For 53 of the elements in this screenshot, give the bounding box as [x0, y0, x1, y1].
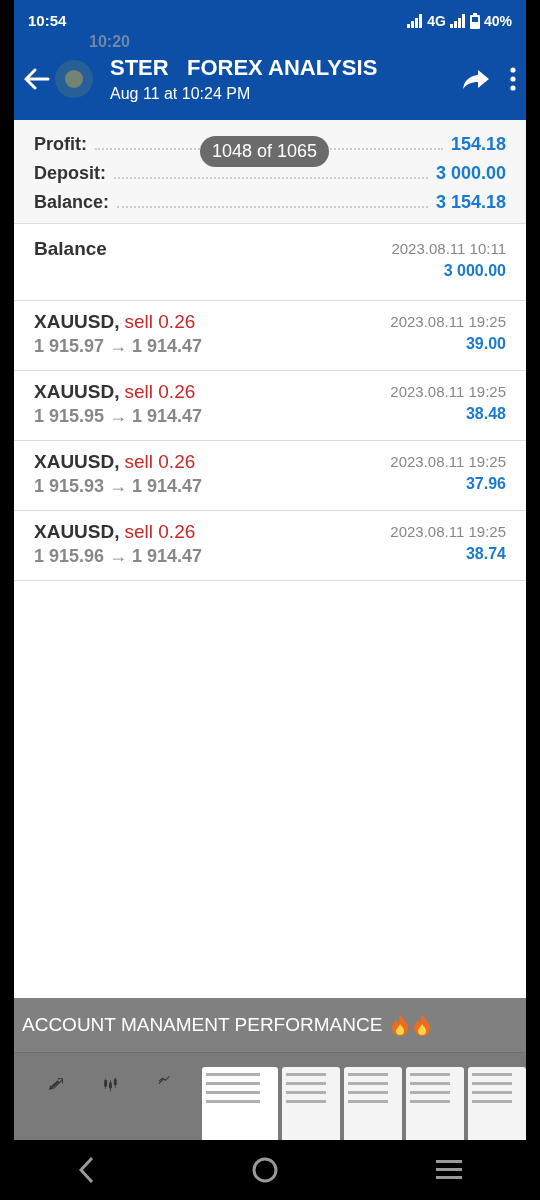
price-range: 1 915.96 → 1 914.47 [34, 546, 203, 567]
deal-time: 2023.08.11 10:11 [391, 240, 506, 257]
summary-value: 3 000.00 [435, 163, 506, 184]
network-type: 4G [427, 12, 446, 29]
battery-level: 40% [483, 12, 512, 29]
thumbnail[interactable] [344, 1067, 402, 1143]
price-range: 1 915.97 → 1 914.47 [34, 336, 203, 357]
signal-icon [449, 13, 466, 28]
symbol: XAUUSD, [34, 521, 120, 543]
signal-icon [407, 13, 424, 28]
fire-icon [390, 1013, 411, 1037]
trade-side: sell 0.26 [124, 311, 196, 333]
summary-value: 3 154.18 [435, 192, 506, 213]
deal-amount: 39.00 [464, 335, 506, 353]
summary-label: Deposit: [34, 163, 106, 184]
summary-label: Balance: [34, 192, 110, 213]
deal-amount: 38.74 [464, 545, 506, 563]
share-icon[interactable] [462, 68, 490, 90]
thumbnail[interactable] [202, 1067, 278, 1143]
back-icon[interactable] [78, 1156, 95, 1184]
deal-time: 2023.08.11 19:25 [390, 453, 506, 470]
chat-title: STER FOREX ANALYSIS [110, 55, 379, 81]
trade-side: sell 0.26 [124, 521, 196, 543]
price-range: 1 915.95 → 1 914.47 [34, 406, 203, 427]
deal-time: 2023.08.11 19:25 [390, 313, 506, 330]
status-time: 10:54 [28, 12, 67, 29]
symbol: XAUUSD, [34, 451, 120, 473]
battery-icon [469, 12, 480, 29]
more-icon[interactable] [510, 67, 516, 91]
caption-text: ACCOUNT MANAMENT PERFORMANCE [22, 1014, 383, 1036]
photo-counter: 1048 of 1065 [200, 136, 330, 167]
summary-label: Profit: [34, 134, 87, 155]
symbol: XAUUSD, [34, 381, 120, 403]
trade-side: sell 0.26 [124, 451, 196, 473]
thumbnail[interactable] [468, 1067, 526, 1143]
thumbnail[interactable] [406, 1067, 464, 1143]
avatar-icon [54, 59, 94, 99]
symbol: XAUUSD, [34, 311, 120, 333]
thumbnail[interactable] [282, 1067, 340, 1143]
summary-value: 154.18 [450, 134, 506, 155]
home-icon[interactable] [251, 1156, 279, 1184]
menu-icon[interactable] [435, 1159, 462, 1181]
deal-time: 2023.08.11 19:25 [390, 383, 506, 400]
deal-amount: 3 000.00 [442, 262, 506, 280]
deal-title: Balance [34, 238, 107, 260]
fire-icon [412, 1013, 433, 1037]
price-range: 1 915.93 → 1 914.47 [34, 476, 203, 497]
deal-amount: 38.48 [464, 405, 506, 423]
timestamp: Aug 11 at 10:24 PM [110, 85, 252, 103]
trade-side: sell 0.26 [124, 381, 196, 403]
deal-amount: 37.96 [464, 475, 506, 493]
status-time: 10:20 [89, 33, 130, 50]
deal-time: 2023.08.11 19:25 [390, 523, 506, 540]
